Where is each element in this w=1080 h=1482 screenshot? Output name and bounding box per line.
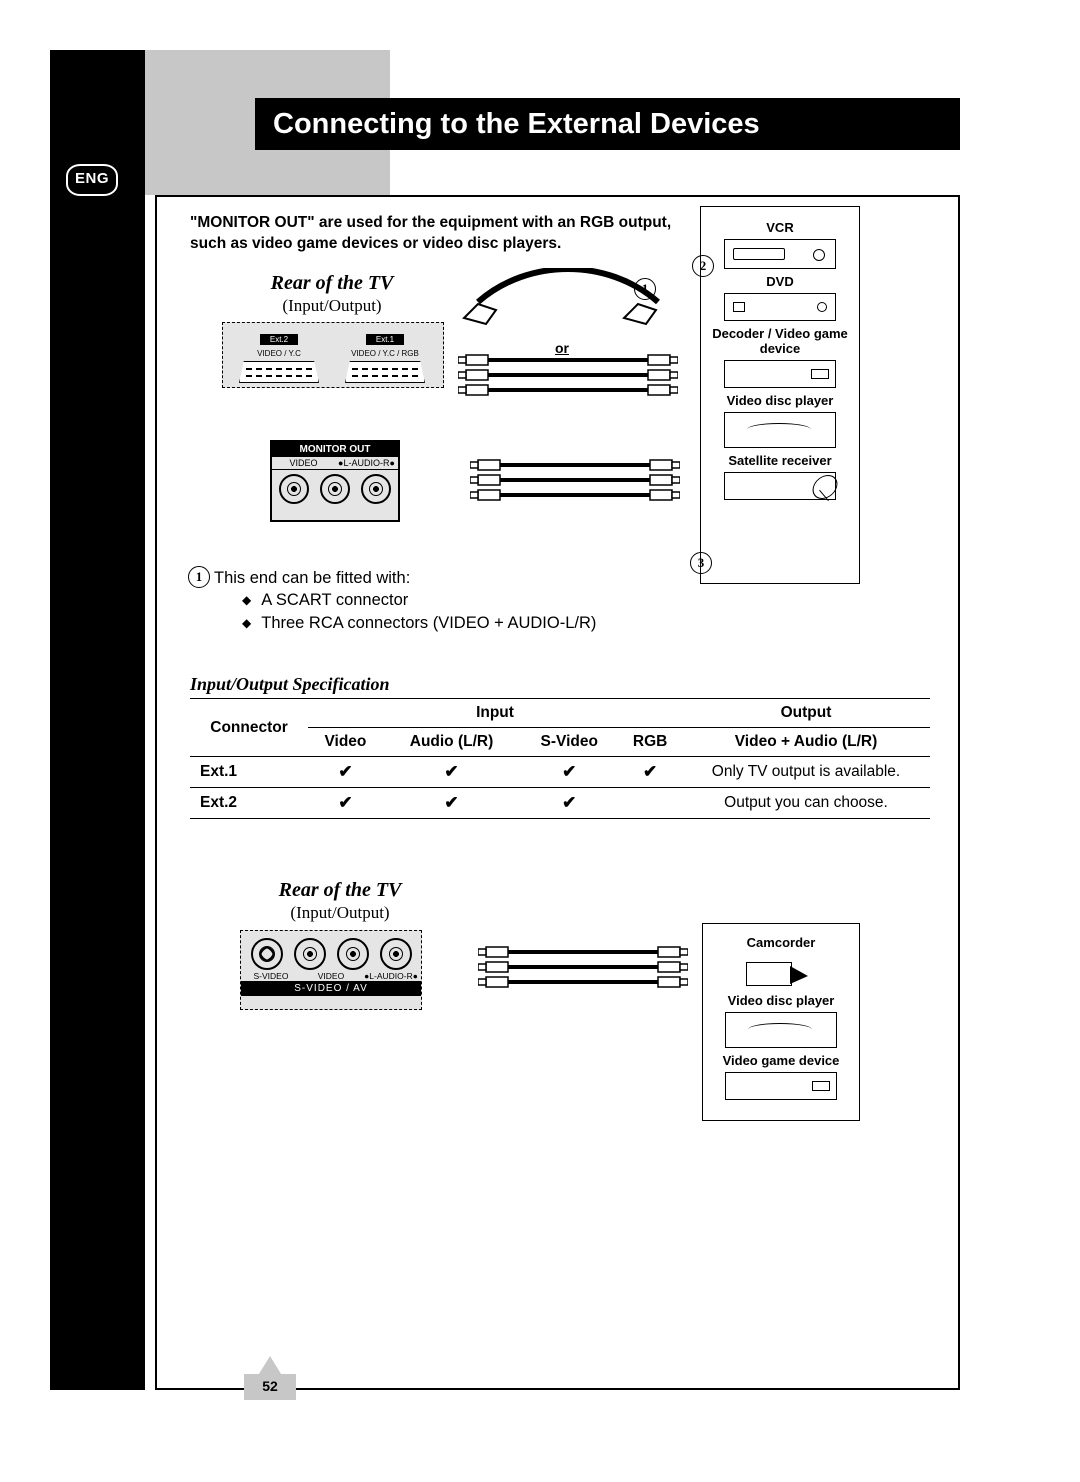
ext2-type: VIDEO / Y.C (229, 349, 329, 358)
page-number: 52 (244, 1378, 296, 1394)
row0-video: ✔ (308, 757, 383, 788)
row1-video: ✔ (308, 788, 383, 819)
rca-cable-upper-icon (458, 350, 678, 405)
intro-text: "MONITOR OUT" are used for the equipment… (190, 213, 705, 255)
rca-jack-icon (337, 938, 369, 970)
monitor-out-diagram: MONITOR OUT VIDEO ●L-AUDIO-R● (270, 440, 400, 522)
fitted-b: Three RCA connectors (VIDEO + AUDIO-L/R) (242, 612, 596, 634)
th-output: Output (682, 699, 930, 728)
video-disc-icon (724, 412, 836, 448)
th-audio: Audio (L/R) (383, 728, 520, 757)
svideo-jack-icon (251, 938, 283, 970)
row1-out: Output you can choose. (682, 788, 930, 819)
ext2-label: Ext.2 (260, 334, 298, 345)
th-svideo: S-Video (520, 728, 618, 757)
row0-svideo: ✔ (520, 757, 618, 788)
row0-rgb: ✔ (618, 757, 682, 788)
row0-audio: ✔ (383, 757, 520, 788)
table-row: Ext.2 ✔ ✔ ✔ Output you can choose. (190, 788, 930, 819)
th-video: Video (308, 728, 383, 757)
monitor-out-title: MONITOR OUT (272, 442, 398, 457)
satellite-receiver-icon (724, 472, 836, 500)
ext1-label: Ext.1 (366, 334, 404, 345)
dvd-label: DVD (709, 275, 851, 290)
decoder-label: Decoder / Video game device (709, 327, 851, 357)
table-row: Ext.1 ✔ ✔ ✔ ✔ Only TV output is availabl… (190, 757, 930, 788)
devices-column-2: Camcorder Video disc player Video game d… (702, 923, 860, 1121)
sv-video: VIDEO (301, 971, 361, 981)
sat-label: Satellite receiver (709, 454, 851, 469)
row1-audio: ✔ (383, 788, 520, 819)
vcr-icon (724, 239, 836, 269)
th-out: Video + Audio (L/R) (682, 728, 930, 757)
rca-jack-icon (320, 474, 350, 504)
scart-panel-diagram: Ext.2 VIDEO / Y.C Ext.1 VIDEO / Y.C / RG… (222, 322, 444, 388)
sv-svideo: S-VIDEO (241, 971, 301, 981)
rca-jack-icon (380, 938, 412, 970)
io-sub-2: (Input/Output) (240, 903, 440, 923)
vcr-label: VCR (709, 221, 851, 236)
camcorder-label: Camcorder (711, 936, 851, 951)
th-connector: Connector (190, 699, 308, 757)
page-title: Connecting to the External Devices (255, 98, 960, 150)
dvd-icon (724, 293, 836, 321)
disc2-label: Video disc player (711, 994, 851, 1009)
rca-jack-icon (279, 474, 309, 504)
sv-audio: ●L-AUDIO-R● (361, 971, 421, 981)
fitted-with-text: This end can be fitted with: A SCART con… (214, 567, 596, 634)
satellite-dish-icon (813, 475, 839, 501)
th-input: Input (308, 699, 682, 728)
rear-of-tv-label-2: Rear of the TV (240, 879, 440, 902)
row1-svideo: ✔ (520, 788, 618, 819)
callout-1-inline: 1 (188, 566, 210, 588)
scart-connector-icon (239, 361, 319, 383)
fitted-lead: This end can be fitted with: (214, 569, 410, 587)
devices-column-1: VCR DVD Decoder / Video game device Vide… (700, 206, 860, 584)
rear-of-tv-label-1: Rear of the TV (232, 272, 432, 295)
row1-rgb (618, 788, 682, 819)
io-spec-table: Connector Input Output Video Audio (L/R)… (190, 698, 930, 819)
rca-jack-icon (294, 938, 326, 970)
th-rgb: RGB (618, 728, 682, 757)
mo-audio-l: ●L-AUDIO-R● (335, 457, 398, 469)
camcorder-icon (746, 954, 816, 988)
fitted-a: A SCART connector (242, 589, 596, 611)
io-sub-1: (Input/Output) (232, 296, 432, 316)
mo-video-label: VIDEO (272, 457, 335, 469)
row0-name: Ext.1 (190, 757, 308, 788)
language-badge: ENG (66, 164, 118, 196)
rca-cable-lower-icon (470, 455, 680, 510)
rca-cable-bottom-icon (478, 942, 688, 997)
svideo-av-panel: S-VIDEO VIDEO ●L-AUDIO-R● S-VIDEO / AV (240, 930, 422, 1010)
decoder-icon (724, 360, 836, 388)
row1-name: Ext.2 (190, 788, 308, 819)
left-black-strip (50, 50, 145, 1390)
svideo-footer: S-VIDEO / AV (241, 981, 421, 996)
game2-label: Video game device (711, 1054, 851, 1069)
spec-heading: Input/Output Specification (190, 674, 390, 695)
scart-cable-icon (458, 268, 678, 338)
scart-connector-icon (345, 361, 425, 383)
video-disc-icon (725, 1012, 837, 1048)
row0-out: Only TV output is available. (682, 757, 930, 788)
ext1-type: VIDEO / Y.C / RGB (335, 349, 435, 358)
rca-jack-icon (361, 474, 391, 504)
disc-label: Video disc player (709, 394, 851, 409)
game-device-icon (725, 1072, 837, 1100)
